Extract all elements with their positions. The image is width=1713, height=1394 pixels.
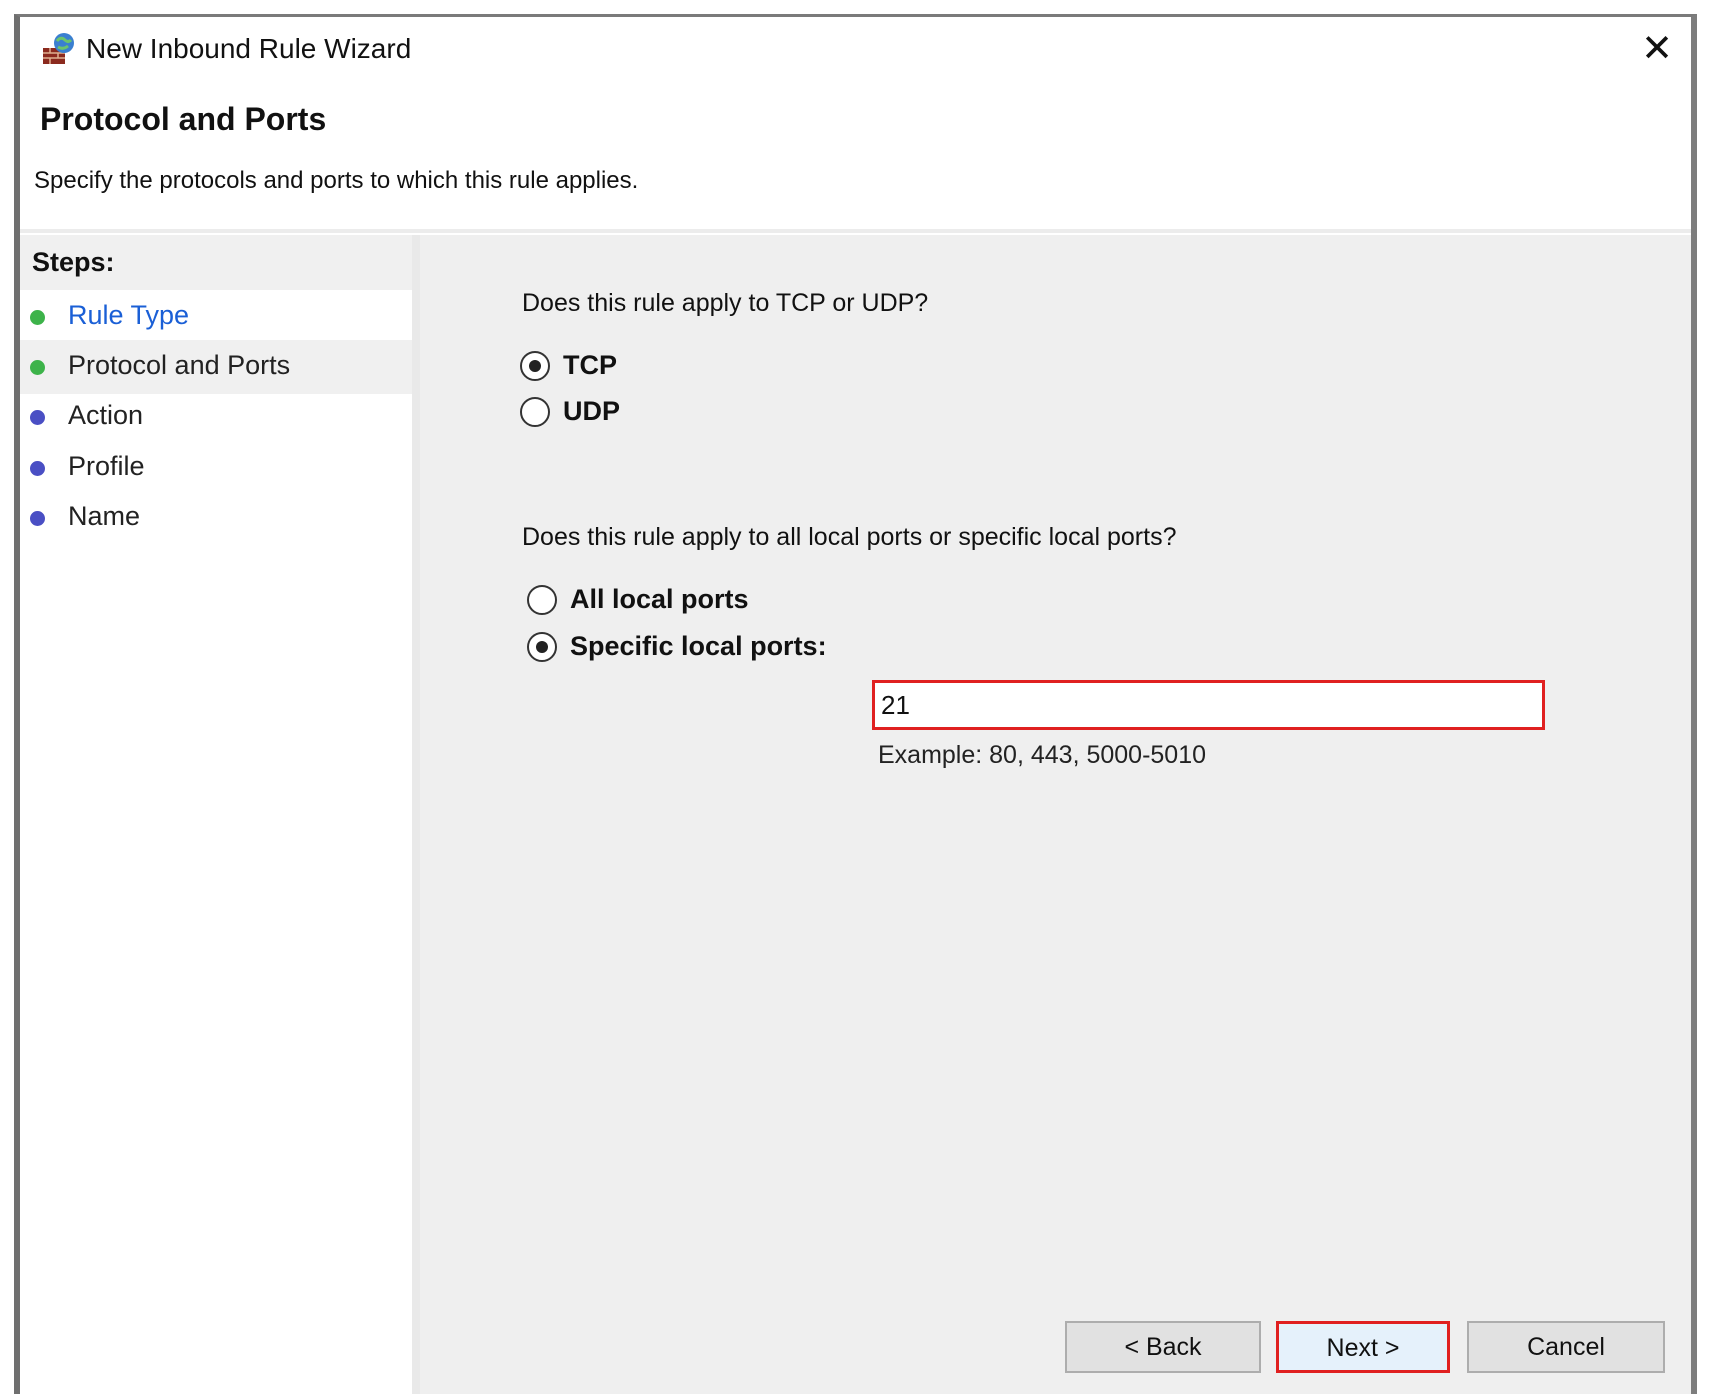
step-action: Action: [20, 390, 412, 444]
step-label: Name: [68, 501, 141, 531]
window-title: New Inbound Rule Wizard: [86, 33, 412, 64]
steps-header: Steps:: [20, 235, 412, 290]
step-protocol-and-ports: Protocol and Ports: [20, 340, 412, 394]
step-label: Profile: [68, 451, 145, 481]
steps-heading: Steps:: [32, 247, 115, 277]
specific-ports-input[interactable]: [872, 680, 1545, 730]
cancel-button[interactable]: Cancel: [1467, 1321, 1665, 1373]
step-status-dot: [30, 461, 45, 476]
ports-question: Does this rule apply to all local ports …: [522, 523, 1177, 551]
step-label: Action: [68, 400, 144, 430]
step-rule-type[interactable]: Rule Type: [20, 290, 412, 344]
all-local-ports-radio[interactable]: [527, 585, 557, 615]
ports-example-hint: Example: 80, 443, 5000-5010: [878, 741, 1207, 769]
panel-divider: [412, 235, 420, 1394]
step-status-dot: [30, 360, 45, 375]
main-content: Does this rule apply to TCP or UDP? TCP …: [420, 235, 1691, 1394]
header-divider: [20, 229, 1691, 233]
radio-selected-dot: [536, 641, 548, 653]
tcp-label[interactable]: TCP: [563, 350, 617, 381]
radio-selected-dot: [529, 360, 541, 372]
page-description: Specify the protocols and ports to which…: [34, 167, 639, 194]
step-label[interactable]: Rule Type: [68, 300, 189, 331]
step-profile: Profile: [20, 441, 412, 495]
step-status-dot: [30, 410, 45, 425]
all-local-ports-label[interactable]: All local ports: [570, 584, 749, 615]
title-bar: New Inbound Rule Wizard ✕: [20, 17, 1691, 87]
protocol-question: Does this rule apply to TCP or UDP?: [522, 289, 929, 317]
step-name: Name: [20, 491, 412, 545]
back-button[interactable]: < Back: [1065, 1321, 1261, 1373]
close-icon[interactable]: ✕: [1637, 29, 1677, 69]
step-status-dot: [30, 310, 45, 325]
step-status-dot: [30, 511, 45, 526]
specific-local-ports-label[interactable]: Specific local ports:: [570, 631, 827, 662]
firewall-icon: [43, 33, 74, 64]
page-title: Protocol and Ports: [40, 101, 327, 137]
step-label: Protocol and Ports: [68, 350, 291, 380]
wizard-window: New Inbound Rule Wizard ✕ Protocol and P…: [14, 14, 1697, 1394]
specific-local-ports-radio[interactable]: [527, 632, 557, 662]
steps-panel: Steps: Rule Type Protocol and Ports Acti…: [20, 235, 412, 1394]
tcp-radio[interactable]: [520, 351, 550, 381]
udp-radio[interactable]: [520, 397, 550, 427]
udp-label[interactable]: UDP: [563, 396, 620, 427]
next-button[interactable]: Next >: [1276, 1321, 1450, 1373]
